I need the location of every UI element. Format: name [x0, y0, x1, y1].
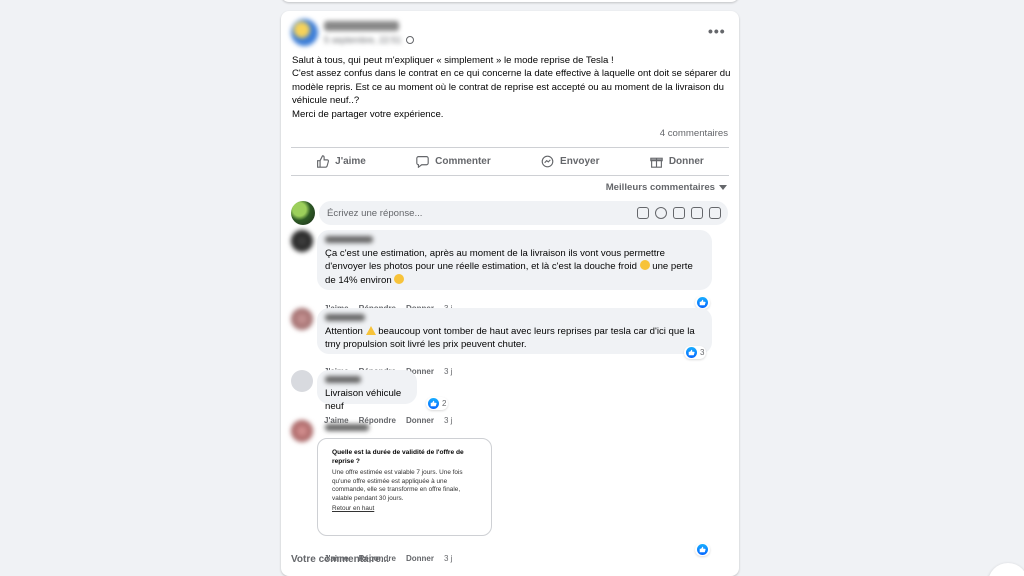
chevron-down-icon: [719, 185, 727, 190]
warning-icon: [365, 326, 376, 335]
comment-label: Commenter: [435, 156, 491, 167]
comment: Livraison véhicule neuf 2 J'aime Répondr…: [291, 370, 731, 425]
screenshot-back-link: Retour en haut: [332, 504, 375, 512]
commenter-avatar[interactable]: [291, 308, 313, 330]
comment-give-link[interactable]: Donner: [406, 554, 434, 563]
comments-count-link[interactable]: 4 commentaires: [660, 128, 728, 139]
like-button[interactable]: J'aime: [316, 155, 366, 168]
smirk-emoji-icon: [394, 273, 405, 284]
like-reaction-icon: [697, 544, 708, 555]
commenter-avatar[interactable]: [291, 420, 313, 442]
screenshot-answer: Une offre estimée est valable 7 jours. U…: [332, 469, 463, 502]
send-label: Envoyer: [560, 156, 600, 167]
give-label: Donner: [668, 156, 704, 167]
sort-label: Meilleurs commentaires: [605, 182, 715, 193]
commenter-name[interactable]: [325, 314, 365, 321]
reply-toolbar: [637, 207, 721, 219]
like-icon: [317, 155, 330, 168]
emoji-icon[interactable]: [655, 207, 667, 219]
commenter-name[interactable]: [325, 236, 373, 243]
sticker-icon[interactable]: [709, 207, 721, 219]
post-text-line: C'est assez confus dans le contrat en ce…: [292, 68, 731, 107]
comment-time[interactable]: 3 j: [444, 554, 452, 563]
post-text: Salut à tous, qui peut m'expliquer « sim…: [292, 54, 732, 121]
floating-button[interactable]: [988, 563, 1024, 576]
messenger-icon: [541, 155, 554, 168]
post-date[interactable]: 5 septembre, 22:51: [324, 35, 402, 45]
gif-icon[interactable]: [691, 207, 703, 219]
post-actions: J'aime Commenter Envoyer Donner: [291, 148, 729, 175]
commenter-avatar[interactable]: [291, 230, 313, 252]
sort-comments-dropdown[interactable]: Meilleurs commentaires: [606, 182, 727, 193]
author-avatar[interactable]: [291, 19, 318, 46]
comment-text: Attention: [325, 326, 363, 337]
more-options-button[interactable]: •••: [708, 23, 726, 39]
previous-post-edge: [281, 0, 739, 2]
reaction-badge[interactable]: [695, 543, 710, 556]
post-card: 5 septembre, 22:51 ••• Salut à tous, qui…: [281, 11, 739, 576]
commenter-avatar[interactable]: [291, 370, 313, 392]
my-avatar: [291, 201, 315, 225]
like-reaction-icon: [686, 347, 697, 358]
screenshot-question: Quelle est la durée de validité de l'off…: [332, 449, 464, 465]
camera-icon[interactable]: [673, 207, 685, 219]
write-comment-link[interactable]: Votre commentaire...: [291, 554, 389, 565]
comment-bubble: Livraison véhicule neuf: [317, 370, 417, 412]
comment-text: Livraison véhicule neuf: [325, 388, 402, 413]
comment-bubble: Ça c'est une estimation, après au moment…: [317, 230, 712, 290]
post-text-line: Merci de partager votre expérience.: [292, 108, 444, 120]
send-button[interactable]: Envoyer: [541, 155, 600, 168]
reaction-count: 2: [442, 399, 447, 408]
like-label: J'aime: [335, 156, 366, 167]
post-meta: 5 septembre, 22:51: [324, 35, 414, 45]
reaction-count: 3: [700, 348, 705, 357]
reaction-badge[interactable]: 2: [426, 397, 449, 410]
commenter-name[interactable]: [325, 424, 369, 431]
comment-icon: [416, 156, 429, 168]
commenter-name[interactable]: [325, 376, 361, 383]
like-reaction-icon: [697, 297, 708, 308]
comment-bubble: Attention beaucoup vont tomber de haut a…: [317, 308, 712, 354]
comment-text: Ça c'est une estimation, après au moment…: [325, 248, 665, 273]
post-text-line: Salut à tous, qui peut m'expliquer « sim…: [292, 55, 614, 66]
give-button[interactable]: Donner: [650, 155, 704, 168]
avatar-sticker-icon[interactable]: [637, 207, 649, 219]
like-reaction-icon: [428, 398, 439, 409]
reaction-badge[interactable]: 3: [684, 346, 707, 359]
wink-emoji-icon: [639, 260, 650, 271]
reply-row: [291, 201, 731, 225]
comment: Quelle est la durée de validité de l'off…: [291, 420, 731, 563]
comment-button[interactable]: Commenter: [416, 155, 491, 168]
divider: [291, 175, 729, 176]
globe-icon: [405, 36, 414, 44]
comment: Ça c'est une estimation, après au moment…: [291, 230, 731, 313]
gift-icon: [650, 157, 663, 168]
author-name[interactable]: [324, 21, 399, 31]
attached-screenshot[interactable]: Quelle est la durée de validité de l'off…: [317, 438, 492, 536]
comment: Attention beaucoup vont tomber de haut a…: [291, 308, 731, 376]
comment-text: beaucoup vont tomber de haut avec leurs …: [325, 326, 695, 351]
